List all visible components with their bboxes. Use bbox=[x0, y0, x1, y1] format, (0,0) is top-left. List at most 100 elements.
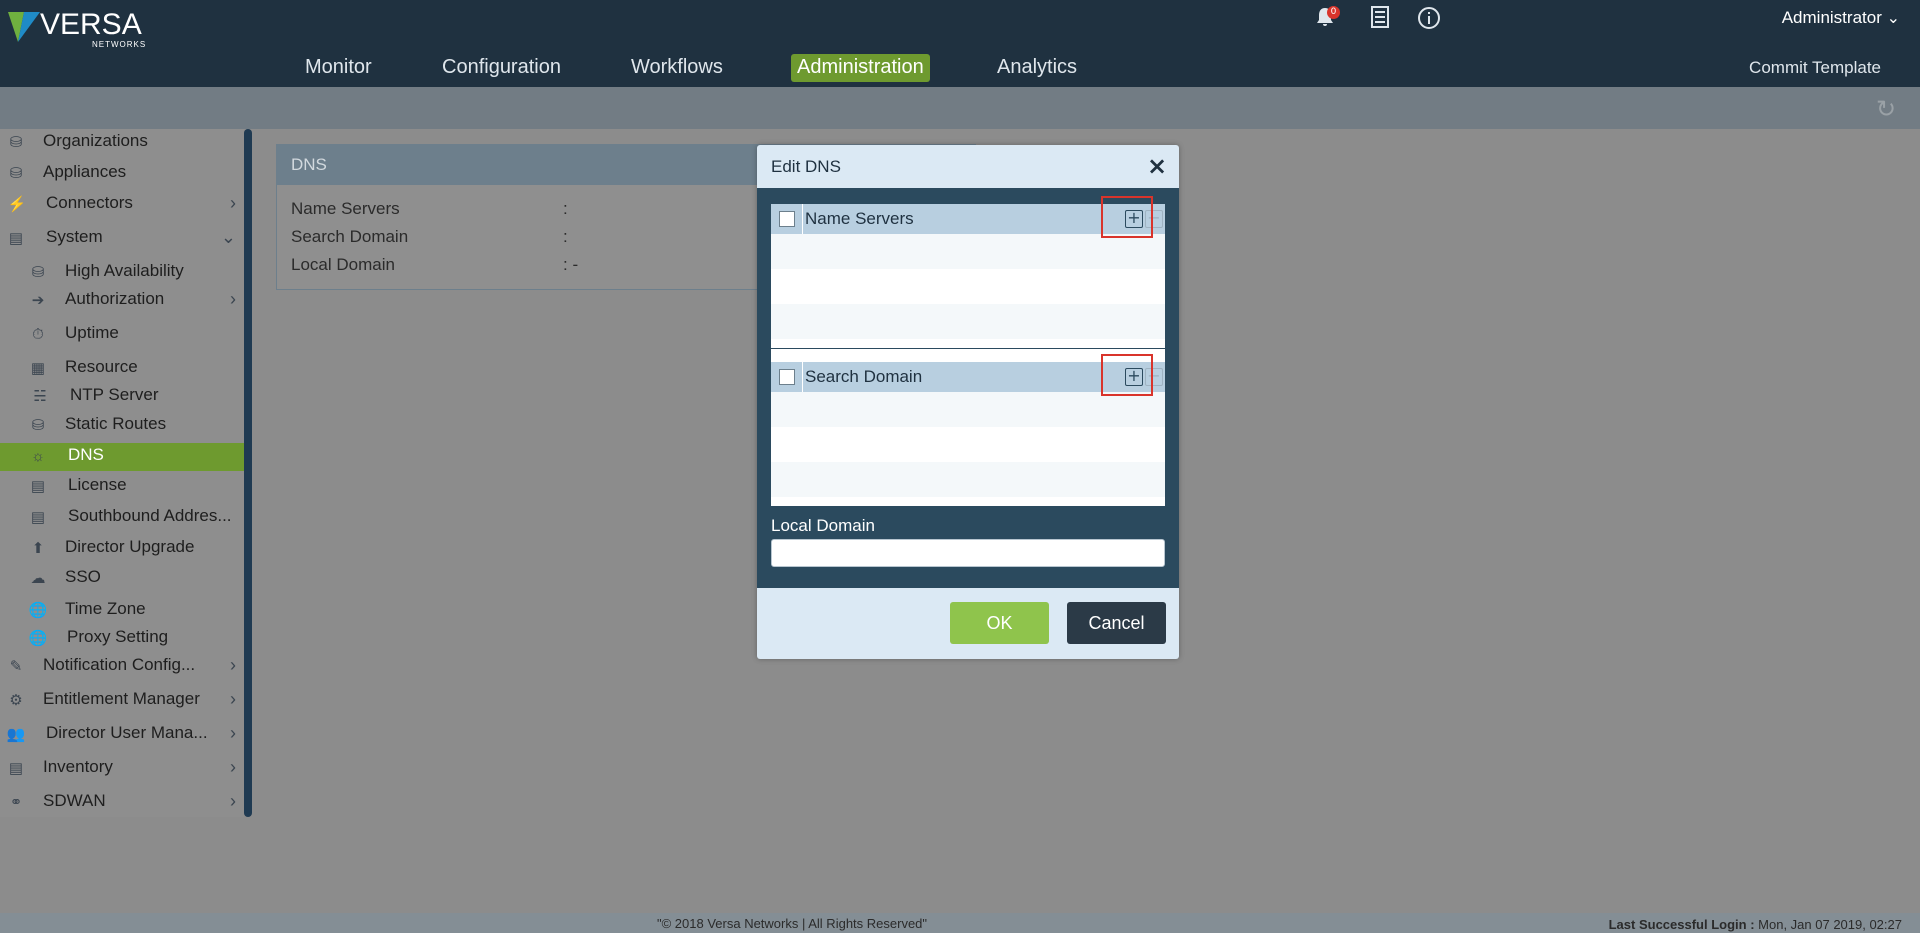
sidebar-item-label: Southbound Addres... bbox=[68, 506, 232, 525]
ok-button[interactable]: OK bbox=[950, 602, 1049, 644]
sidebar-item-system[interactable]: ▤ System ⌄ bbox=[0, 225, 244, 253]
uptime-icon: ⏱ bbox=[32, 326, 44, 343]
cancel-button[interactable]: Cancel bbox=[1067, 602, 1166, 644]
last-login: Last Successful Login : Mon, Jan 07 2019… bbox=[1609, 917, 1902, 932]
dns-local-domain-label: Local Domain bbox=[291, 255, 395, 274]
versa-logo-icon bbox=[8, 12, 40, 42]
nav-monitor[interactable]: Monitor bbox=[299, 54, 378, 82]
sidebar-item-sso[interactable]: ☁ SSO bbox=[0, 565, 244, 593]
sidebar-item-label: Static Routes bbox=[65, 414, 167, 433]
main-nav: Monitor Configuration Workflows Administ… bbox=[0, 54, 1920, 82]
sidebar-item-label: License bbox=[68, 475, 127, 494]
notifications-icon[interactable]: 0 bbox=[1310, 6, 1340, 34]
sso-icon: ☁ bbox=[30, 570, 46, 587]
sidebar-item-license[interactable]: ▤ License bbox=[0, 473, 244, 501]
sidebar-item-director-user-management[interactable]: 👥 Director User Mana... › bbox=[0, 721, 244, 749]
info-icon[interactable] bbox=[1414, 6, 1444, 34]
sidebar-item-ntp-server[interactable]: ☵ NTP Server bbox=[0, 383, 244, 411]
commit-template-link[interactable]: Commit Template bbox=[1749, 58, 1881, 78]
column-divider bbox=[802, 204, 803, 234]
refresh-icon[interactable]: ↻ bbox=[1876, 97, 1900, 121]
search-domain-select-all-checkbox[interactable] bbox=[779, 369, 795, 385]
sidebar-item-label: DNS bbox=[68, 445, 104, 464]
dns-search-domain-value: : bbox=[563, 227, 568, 246]
last-login-value: Mon, Jan 07 2019, 02:27 bbox=[1758, 917, 1902, 932]
local-domain-input[interactable] bbox=[771, 539, 1165, 567]
sidebar-item-label: System bbox=[46, 227, 103, 246]
sidebar-item-label: High Availability bbox=[65, 261, 184, 280]
copyright-text: "© 2018 Versa Networks | All Rights Rese… bbox=[657, 916, 928, 931]
search-domain-label: Search Domain bbox=[805, 367, 923, 386]
highlight-box bbox=[1101, 354, 1153, 396]
sidebar-item-uptime[interactable]: ⏱ Uptime bbox=[0, 321, 244, 349]
tasks-icon[interactable] bbox=[1365, 6, 1395, 34]
logo-subtext: NETWORKS bbox=[92, 40, 147, 49]
notification-badge: 0 bbox=[1327, 6, 1340, 19]
license-icon: ▤ bbox=[30, 478, 46, 495]
grid-row bbox=[771, 462, 1165, 497]
director-user-management-icon: 👥 bbox=[6, 726, 26, 743]
name-servers-grid: Name Servers + − bbox=[771, 196, 1165, 348]
chevron-right-icon: › bbox=[230, 723, 236, 743]
sidebar-item-inventory[interactable]: ▤ Inventory › bbox=[0, 755, 244, 783]
sidebar-item-high-availability[interactable]: ⛁ High Availability bbox=[0, 259, 244, 287]
connectors-icon: ⚡ bbox=[7, 196, 27, 213]
sidebar-item-resource[interactable]: ▦ Resource bbox=[0, 355, 244, 383]
proxy-setting-icon: 🌐 bbox=[28, 630, 48, 647]
nav-configuration[interactable]: Configuration bbox=[436, 54, 567, 82]
dns-local-domain-value: : - bbox=[563, 255, 579, 274]
sidebar-item-organizations[interactable]: ⛁ Organizations bbox=[0, 129, 244, 157]
sidebar-item-static-routes[interactable]: ⛁ Static Routes bbox=[0, 412, 244, 440]
sidebar-item-director-upgrade[interactable]: ⬆ Director Upgrade bbox=[0, 535, 244, 563]
nav-administration[interactable]: Administration bbox=[791, 54, 930, 82]
sidebar-item-connectors[interactable]: ⚡ Connectors › bbox=[0, 191, 244, 219]
sidebar-item-time-zone[interactable]: 🌐 Time Zone bbox=[0, 597, 244, 625]
director-upgrade-icon: ⬆ bbox=[31, 540, 45, 557]
sidebar-item-label: Organizations bbox=[43, 131, 148, 150]
sidebar-item-label: Proxy Setting bbox=[67, 627, 169, 646]
top-header: VERSA NETWORKS 0 Administrator ⌄ Monitor… bbox=[0, 0, 1920, 87]
nav-workflows[interactable]: Workflows bbox=[625, 54, 729, 82]
sidebar-item-authorization[interactable]: ➔ Authorization › bbox=[0, 287, 244, 315]
southbound-address-icon: ▤ bbox=[30, 509, 46, 526]
resource-icon: ▦ bbox=[30, 360, 46, 377]
high-availability-icon: ⛁ bbox=[31, 264, 45, 281]
sidebar-item-label: SSO bbox=[65, 567, 101, 586]
sidebar-item-label: Director Upgrade bbox=[65, 537, 195, 556]
grid-row bbox=[771, 304, 1165, 339]
sdwan-icon: ⚭ bbox=[9, 794, 23, 811]
versa-logo[interactable]: VERSA NETWORKS bbox=[6, 6, 156, 49]
sidebar-item-label: SDWAN bbox=[43, 791, 106, 810]
notification-config-icon: ✎ bbox=[9, 658, 23, 675]
chevron-right-icon: › bbox=[230, 757, 236, 777]
name-servers-label: Name Servers bbox=[805, 209, 914, 228]
user-name: Administrator bbox=[1781, 8, 1882, 27]
user-menu[interactable]: Administrator ⌄ bbox=[1782, 8, 1900, 28]
local-domain-label: Local Domain bbox=[771, 516, 875, 535]
dialog-title: Edit DNS bbox=[771, 157, 841, 176]
sidebar-item-label: Notification Config... bbox=[43, 655, 196, 674]
close-icon[interactable]: × bbox=[1147, 154, 1167, 179]
chevron-right-icon: › bbox=[230, 193, 236, 213]
chevron-down-icon: ⌄ bbox=[220, 227, 236, 247]
appliances-icon: ⛁ bbox=[9, 165, 23, 182]
search-domain-header: Search Domain + − bbox=[771, 354, 1165, 396]
sidebar-scrollbar[interactable] bbox=[244, 129, 252, 817]
sidebar-item-entitlement-manager[interactable]: ⚙ Entitlement Manager › bbox=[0, 687, 244, 715]
logo-text: VERSA bbox=[40, 8, 142, 41]
dns-search-domain-label: Search Domain bbox=[291, 227, 409, 246]
sidebar-item-appliances[interactable]: ⛁ Appliances bbox=[0, 160, 244, 188]
sidebar-item-label: Appliances bbox=[43, 162, 127, 181]
sidebar-item-dns[interactable]: ☼ DNS bbox=[0, 443, 244, 471]
sidebar-item-sdwan[interactable]: ⚭ SDWAN › bbox=[0, 789, 244, 817]
ntp-server-icon: ☵ bbox=[33, 388, 47, 405]
sidebar-item-proxy-setting[interactable]: 🌐 Proxy Setting bbox=[0, 625, 244, 653]
sidebar-item-southbound-address[interactable]: ▤ Southbound Addres... bbox=[0, 504, 244, 532]
nav-analytics[interactable]: Analytics bbox=[991, 54, 1083, 82]
sidebar-item-label: Entitlement Manager bbox=[43, 689, 200, 708]
sidebar-item-label: Connectors bbox=[46, 193, 133, 212]
chevron-right-icon: › bbox=[230, 655, 236, 675]
sidebar-item-notification-config[interactable]: ✎ Notification Config... › bbox=[0, 653, 244, 681]
static-routes-icon: ⛁ bbox=[31, 417, 45, 434]
name-servers-select-all-checkbox[interactable] bbox=[779, 211, 795, 227]
